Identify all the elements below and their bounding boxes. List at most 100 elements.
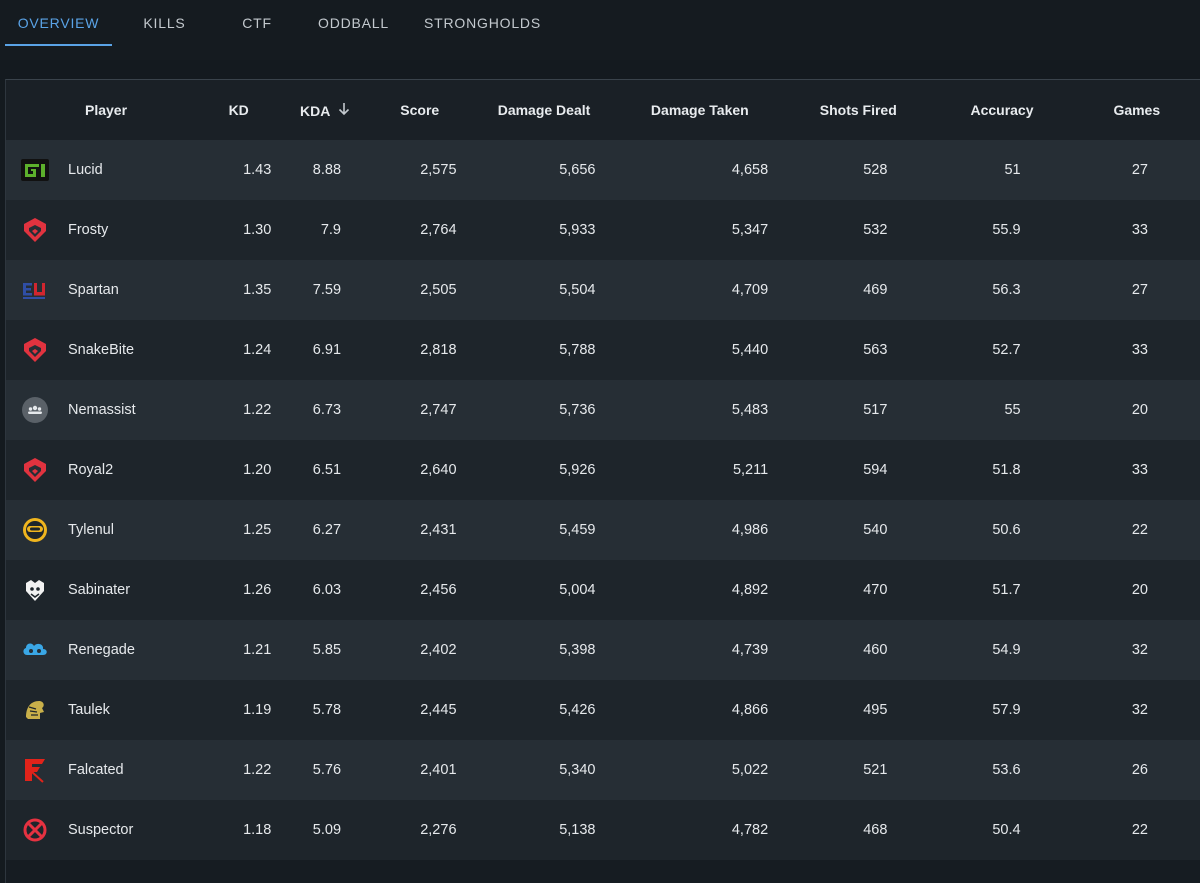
- cell-accuracy: 51.7: [930, 560, 1074, 620]
- table-header-row: Player KD KDA Score Damage Dealt Damage …: [6, 80, 1200, 140]
- player-name[interactable]: SnakeBite: [68, 342, 134, 358]
- header-damage-dealt-label: Damage Dealt: [497, 102, 591, 118]
- header-accuracy[interactable]: Accuracy: [930, 80, 1074, 140]
- player-name[interactable]: Royal2: [68, 462, 113, 478]
- cell-shots-fired: 532: [786, 200, 931, 260]
- cell-games: 22: [1073, 500, 1200, 560]
- cell-games: 22: [1073, 800, 1200, 860]
- cell-accuracy: 51: [930, 140, 1074, 200]
- tab-overview[interactable]: OVERVIEW: [5, 0, 112, 46]
- tab-kills[interactable]: KILLS: [112, 0, 217, 46]
- header-damage-taken[interactable]: Damage Taken: [613, 80, 787, 140]
- tab-ctf[interactable]: CTF: [217, 0, 297, 46]
- header-shots-fired[interactable]: Shots Fired: [786, 80, 931, 140]
- sentinels-logo-icon: [21, 216, 49, 244]
- tab-strongholds[interactable]: STRONGHOLDS: [410, 0, 555, 46]
- top-nav: OVERVIEW KILLS CTF ODDBALL STRONGHOLDS: [0, 0, 1200, 60]
- player-name[interactable]: Spartan: [68, 282, 119, 298]
- cell-games: 20: [1073, 380, 1200, 440]
- cell-score: 2,445: [365, 680, 475, 740]
- header-kda[interactable]: KDA: [271, 80, 366, 140]
- cell-games: 33: [1073, 200, 1200, 260]
- player-cell[interactable]: Sabinater: [6, 560, 207, 620]
- player-cell[interactable]: SnakeBite: [6, 320, 207, 380]
- player-cell[interactable]: Renegade: [6, 620, 207, 680]
- cell-damage-dealt: 5,926: [474, 440, 614, 500]
- cell-accuracy: 50.6: [930, 500, 1074, 560]
- cell-damage-dealt: 5,504: [474, 260, 614, 320]
- header-player-label: Player: [85, 102, 128, 118]
- player-cell-content: Sabinater: [6, 576, 206, 604]
- player-cell-content: Frosty: [6, 216, 206, 244]
- eunited-logo-icon: [21, 276, 49, 304]
- player-name[interactable]: Falcated: [68, 762, 124, 778]
- cell-accuracy: 57.9: [930, 680, 1074, 740]
- table-row[interactable]: Renegade 1.21 5.85 2,402 5,398 4,739 460 54.9 32: [6, 620, 1200, 680]
- player-name[interactable]: Tylenul: [68, 522, 114, 538]
- table-row[interactable]: Nemassist 1.22 6.73 2,747 5,736 5,483 517 55 20: [6, 380, 1200, 440]
- header-games[interactable]: Games: [1073, 80, 1200, 140]
- player-cell[interactable]: Frosty: [6, 200, 207, 260]
- player-cell[interactable]: Royal2: [6, 440, 207, 500]
- cell-score: 2,818: [365, 320, 475, 380]
- player-cell[interactable]: Falcated: [6, 740, 207, 800]
- header-damage-dealt[interactable]: Damage Dealt: [474, 80, 614, 140]
- player-cell[interactable]: Nemassist: [6, 380, 207, 440]
- player-cell-content: Royal2: [6, 456, 206, 484]
- player-cell-content: Spartan: [6, 276, 206, 304]
- cell-shots-fired: 469: [786, 260, 931, 320]
- player-name[interactable]: Taulek: [68, 702, 110, 718]
- player-name[interactable]: Nemassist: [68, 402, 136, 418]
- cell-accuracy: 50.4: [930, 800, 1074, 860]
- player-cell[interactable]: Suspector: [6, 800, 207, 860]
- player-name[interactable]: Frosty: [68, 222, 108, 238]
- cell-shots-fired: 468: [786, 800, 931, 860]
- cell-damage-taken: 4,892: [613, 560, 787, 620]
- player-cell[interactable]: Tylenul: [6, 500, 207, 560]
- kings-logo-icon: [21, 696, 49, 724]
- table-row[interactable]: Taulek 1.19 5.78 2,445 5,426 4,866 495 57.9 32: [6, 680, 1200, 740]
- cell-damage-dealt: 5,340: [474, 740, 614, 800]
- table-row[interactable]: SnakeBite 1.24 6.91 2,818 5,788 5,440 563 52.7 3…: [6, 320, 1200, 380]
- cell-score: 2,575: [365, 140, 475, 200]
- header-player[interactable]: Player: [6, 80, 207, 140]
- player-cell[interactable]: Spartan: [6, 260, 207, 320]
- cell-kda: 6.51: [271, 440, 366, 500]
- tab-oddball[interactable]: ODDBALL: [297, 0, 410, 46]
- player-name[interactable]: Renegade: [68, 642, 135, 658]
- player-cell-content: Tylenul: [6, 516, 206, 544]
- table-row[interactable]: Sabinater 1.26 6.03 2,456 5,004 4,892 470 51.7 2…: [6, 560, 1200, 620]
- table-row[interactable]: Falcated 1.22 5.76 2,401 5,340 5,022 521 53.6 26: [6, 740, 1200, 800]
- table-row[interactable]: Frosty 1.30 7.9 2,764 5,933 5,347 532 55.9 33: [6, 200, 1200, 260]
- table-row[interactable]: Tylenul 1.25 6.27 2,431 5,459 4,986 540 50.6 22: [6, 500, 1200, 560]
- cell-score: 2,402: [365, 620, 475, 680]
- table-row[interactable]: Suspector 1.18 5.09 2,276 5,138 4,782 468 50.4 2…: [6, 800, 1200, 860]
- player-name[interactable]: Lucid: [68, 162, 103, 178]
- header-kd[interactable]: KD: [206, 80, 272, 140]
- cell-kd: 1.26: [206, 560, 272, 620]
- cell-kda: 5.78: [271, 680, 366, 740]
- table-row[interactable]: Lucid 1.43 8.88 2,575 5,656 4,658 528 51 27: [6, 140, 1200, 200]
- cell-accuracy: 55.9: [930, 200, 1074, 260]
- cell-kda: 8.88: [271, 140, 366, 200]
- player-name[interactable]: Sabinater: [68, 582, 130, 598]
- cell-games: 33: [1073, 320, 1200, 380]
- header-score[interactable]: Score: [365, 80, 475, 140]
- cell-accuracy: 52.7: [930, 320, 1074, 380]
- player-cell-content: Nemassist: [6, 396, 206, 424]
- player-name[interactable]: Suspector: [68, 822, 133, 838]
- table-row[interactable]: Royal2 1.20 6.51 2,640 5,926 5,211 594 51.8 33: [6, 440, 1200, 500]
- cell-score: 2,456: [365, 560, 475, 620]
- table-row[interactable]: Spartan 1.35 7.59 2,505 5,504 4,709 469 56.3 27: [6, 260, 1200, 320]
- cell-kda: 5.85: [271, 620, 366, 680]
- cell-kda: 6.03: [271, 560, 366, 620]
- player-cell[interactable]: Lucid: [6, 140, 207, 200]
- header-shots-fired-label: Shots Fired: [819, 102, 897, 118]
- cell-games: 20: [1073, 560, 1200, 620]
- cell-kd: 1.22: [206, 740, 272, 800]
- cell-kd: 1.24: [206, 320, 272, 380]
- cell-accuracy: 56.3: [930, 260, 1074, 320]
- cell-kd: 1.22: [206, 380, 272, 440]
- player-cell-content: Taulek: [6, 696, 206, 724]
- player-cell[interactable]: Taulek: [6, 680, 207, 740]
